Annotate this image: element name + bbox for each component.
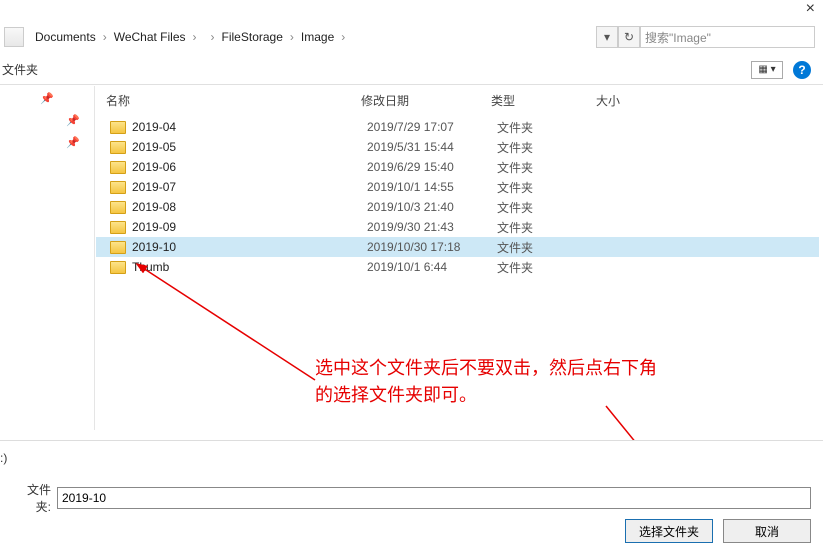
breadcrumb-item[interactable]: FileStorage (219, 30, 286, 44)
search-input[interactable]: 搜索"Image" (640, 26, 815, 48)
folder-icon (110, 181, 126, 194)
chevron-right-icon: › (99, 30, 111, 44)
folder-icon (110, 201, 126, 214)
row-date: 2019/5/31 15:44 (367, 140, 497, 154)
row-date: 2019/10/3 21:40 (367, 200, 497, 214)
cancel-button[interactable]: 取消 (723, 519, 811, 543)
row-type: 文件夹 (497, 119, 602, 136)
nav-row: Documents›WeChat Files› ›FileStorage›Ima… (0, 23, 823, 51)
folder-icon (110, 261, 126, 274)
table-row[interactable]: 2019-082019/10/3 21:40文件夹 (96, 197, 819, 217)
breadcrumb-item[interactable]: Documents (32, 30, 99, 44)
header-name[interactable]: 名称 (96, 92, 361, 109)
table-row[interactable]: 2019-072019/10/1 14:55文件夹 (96, 177, 819, 197)
row-type: 文件夹 (497, 239, 602, 256)
table-row[interactable]: 2019-092019/9/30 21:43文件夹 (96, 217, 819, 237)
header-size[interactable]: 大小 (596, 92, 676, 109)
row-date: 2019/7/29 17:07 (367, 120, 497, 134)
row-name: 2019-04 (132, 120, 367, 134)
select-folder-button[interactable]: 选择文件夹 (625, 519, 713, 543)
header-type[interactable]: 类型 (491, 92, 596, 109)
row-type: 文件夹 (497, 219, 602, 236)
chevron-right-icon: › (189, 30, 201, 44)
header-date[interactable]: 修改日期 (361, 92, 491, 109)
folder-icon (110, 141, 126, 154)
table-row[interactable]: 2019-052019/5/31 15:44文件夹 (96, 137, 819, 157)
row-type: 文件夹 (497, 259, 602, 276)
toolbar: 文件夹 ▦ ▾ ? (0, 55, 823, 85)
row-date: 2019/10/30 17:18 (367, 240, 497, 254)
row-type: 文件夹 (497, 179, 602, 196)
view-mode-button[interactable]: ▦ ▾ (751, 61, 783, 79)
toolbar-title: 文件夹 (0, 61, 38, 78)
row-date: 2019/10/1 14:55 (367, 180, 497, 194)
left-pane: 📌 📌 📌 (0, 86, 95, 430)
row-name: 2019-10 (132, 240, 367, 254)
pin-icon: 📌 (66, 136, 80, 149)
pin-icon: 📌 (40, 92, 54, 105)
breadcrumb[interactable]: Documents›WeChat Files› ›FileStorage›Ima… (28, 25, 592, 49)
close-icon[interactable]: × (806, 0, 815, 18)
breadcrumb-item[interactable]: Image (298, 30, 337, 44)
table-row[interactable]: 2019-062019/6/29 15:40文件夹 (96, 157, 819, 177)
chevron-right-icon: › (337, 30, 349, 44)
folder-icon (110, 161, 126, 174)
row-name: Thumb (132, 260, 367, 274)
breadcrumb-item[interactable]: WeChat Files (111, 30, 189, 44)
row-name: 2019-09 (132, 220, 367, 234)
folder-name-input[interactable] (57, 487, 811, 509)
column-headers[interactable]: 名称 修改日期 类型 大小 (96, 86, 819, 117)
row-date: 2019/6/29 15:40 (367, 160, 497, 174)
row-name: 2019-07 (132, 180, 367, 194)
table-row[interactable]: Thumb2019/10/1 6:44文件夹 (96, 257, 819, 277)
annotation-arrow (135, 260, 325, 390)
bottom-area: :) 文件夹: (0, 440, 823, 522)
dropdown-button[interactable]: ▾ (596, 26, 618, 48)
status-label: :) (0, 451, 7, 465)
folder-icon (110, 241, 126, 254)
chevron-right-icon: › (286, 30, 298, 44)
folder-icon (110, 121, 126, 134)
row-date: 2019/9/30 21:43 (367, 220, 497, 234)
table-row[interactable]: 2019-102019/10/30 17:18文件夹 (96, 237, 819, 257)
row-type: 文件夹 (497, 139, 602, 156)
file-list: 名称 修改日期 类型 大小 2019-042019/7/29 17:07文件夹2… (96, 86, 819, 277)
row-date: 2019/10/1 6:44 (367, 260, 497, 274)
back-button[interactable] (4, 27, 24, 47)
chevron-right-icon: › (207, 30, 219, 44)
help-icon[interactable]: ? (793, 61, 811, 79)
row-name: 2019-05 (132, 140, 367, 154)
row-type: 文件夹 (497, 159, 602, 176)
refresh-button[interactable]: ↻ (618, 26, 640, 48)
folder-field-label: 文件夹: (12, 481, 57, 515)
table-row[interactable]: 2019-042019/7/29 17:07文件夹 (96, 117, 819, 137)
row-name: 2019-08 (132, 200, 367, 214)
pin-icon: 📌 (66, 114, 80, 127)
row-type: 文件夹 (497, 199, 602, 216)
folder-icon (110, 221, 126, 234)
row-name: 2019-06 (132, 160, 367, 174)
annotation-text: 选中这个文件夹后不要双击，然后点右下角 的选择文件夹即可。 (315, 355, 657, 409)
